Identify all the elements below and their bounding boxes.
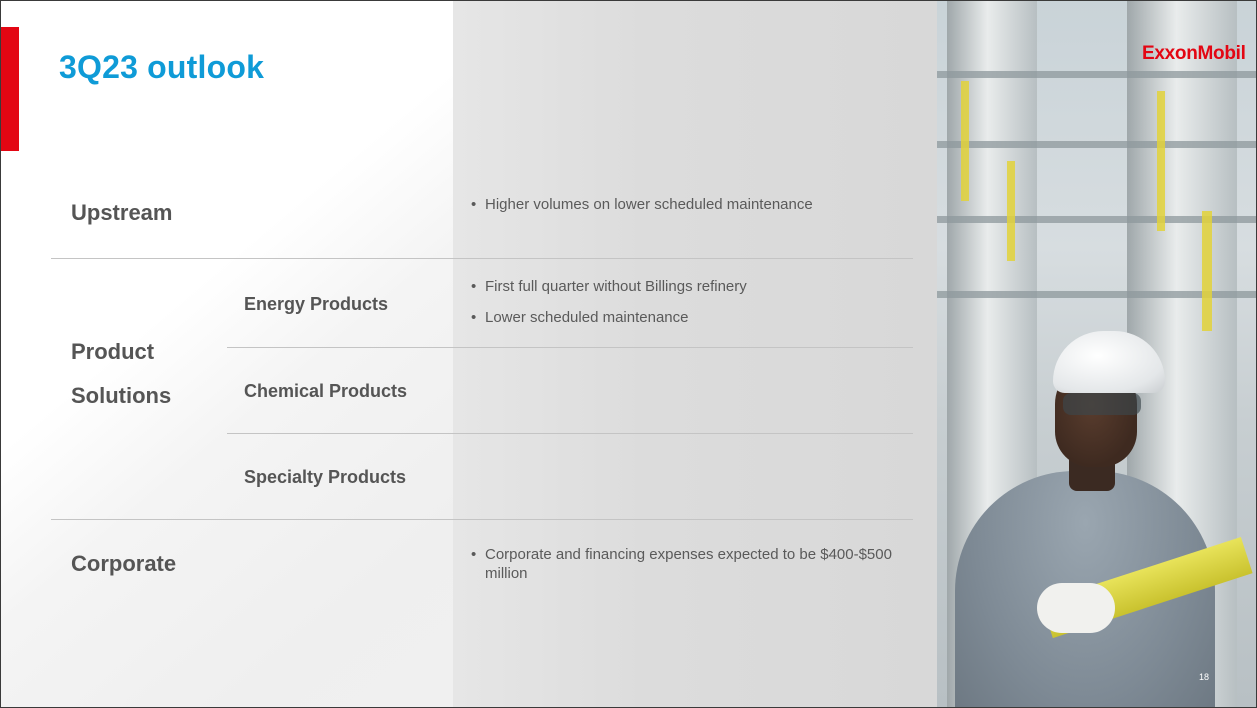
energy-bullets: First full quarter without Billings refi… [471,277,911,339]
content-gray-panel [453,1,937,707]
energy-bullet-1: First full quarter without Billings refi… [471,277,911,296]
subsegment-energy-label: Energy Products [244,294,389,314]
divider-upstream [51,258,913,259]
upstream-bullets: Higher volumes on lower scheduled mainte… [471,195,901,226]
accent-red-bar [1,27,19,151]
energy-bullet-2: Lower scheduled maintenance [471,308,911,327]
upstream-bullet-1: Higher volumes on lower scheduled mainte… [471,195,901,214]
corporate-bullets: Corporate and financing expenses expecte… [471,545,911,595]
page-number: 18 [1198,672,1209,682]
refinery-worker-photo [937,1,1256,707]
corporate-bullet-1: Corporate and financing expenses expecte… [471,545,911,583]
product-solutions-line2: Solutions [71,383,172,408]
subsegment-chemical-label: Chemical Products [244,381,408,401]
product-solutions-line1: Product [71,339,155,364]
segment-corporate-label: Corporate [71,551,177,576]
subsegment-specialty-label: Specialty Products [244,467,407,487]
page-title: 3Q23 outlook [59,49,265,85]
segment-upstream-label: Upstream [71,200,173,225]
segment-product-solutions-label: Product Solutions [71,330,171,418]
safety-goggles [1063,393,1141,415]
slide: 3Q23 outlook Upstream Higher volumes on … [0,0,1257,708]
divider-product-solutions [51,519,913,520]
divider-energy [227,347,913,348]
exxonmobil-logo: ExxonMobil [1142,43,1246,64]
divider-chemical [227,433,913,434]
white-glove [1037,583,1115,633]
